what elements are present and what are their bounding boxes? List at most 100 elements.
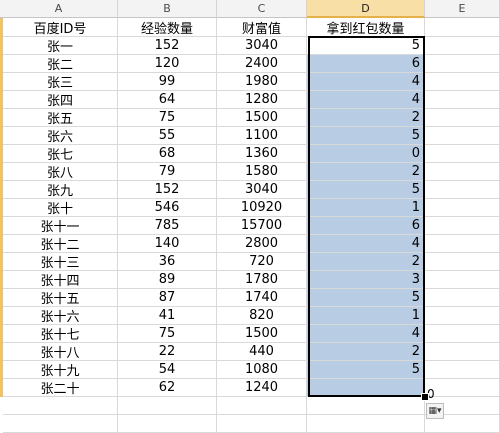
cell-wealth[interactable]: 10920 — [217, 199, 307, 217]
cell-experience[interactable]: 79 — [118, 163, 217, 181]
empty-cell[interactable] — [3, 415, 118, 433]
cell-wealth[interactable]: 3040 — [217, 37, 307, 55]
cell-red-packet-count[interactable]: 4 — [307, 91, 425, 109]
empty-cell[interactable] — [425, 289, 500, 307]
empty-cell[interactable] — [425, 18, 500, 37]
cell-experience[interactable]: 140 — [118, 235, 217, 253]
column-header-a[interactable]: A — [0, 0, 118, 18]
empty-cell[interactable] — [3, 397, 118, 415]
cell-wealth[interactable]: 820 — [217, 307, 307, 325]
empty-cell[interactable] — [425, 271, 500, 289]
cell-wealth[interactable]: 440 — [217, 343, 307, 361]
cell-wealth[interactable]: 3040 — [217, 181, 307, 199]
cell-red-packet-count[interactable] — [307, 379, 425, 397]
cell-wealth[interactable]: 1980 — [217, 73, 307, 91]
cell-wealth[interactable]: 1500 — [217, 109, 307, 127]
empty-cell[interactable] — [307, 397, 425, 415]
fill-handle[interactable] — [421, 393, 429, 401]
cell-baidu-id[interactable]: 张十八 — [3, 343, 118, 361]
cell-red-packet-count[interactable]: 3 — [307, 271, 425, 289]
header-cell-experience[interactable]: 经验数量 — [118, 18, 217, 37]
column-header-e[interactable]: E — [425, 0, 500, 18]
cell-baidu-id[interactable]: 张二十 — [3, 379, 118, 397]
cell-wealth[interactable]: 1240 — [217, 379, 307, 397]
header-cell-red-packet-count[interactable]: 拿到红包数量 — [307, 18, 425, 37]
empty-cell[interactable] — [425, 127, 500, 145]
header-cell-baidu-id[interactable]: 百度ID号 — [3, 18, 118, 37]
cell-wealth[interactable]: 1280 — [217, 91, 307, 109]
autofill-options-icon[interactable]: ▦▾ — [426, 403, 444, 419]
cell-red-packet-count[interactable]: 0 — [307, 145, 425, 163]
cell-red-packet-count[interactable]: 4 — [307, 325, 425, 343]
cell-wealth[interactable]: 15700 — [217, 217, 307, 235]
cell-experience[interactable]: 62 — [118, 379, 217, 397]
cell-wealth[interactable]: 1580 — [217, 163, 307, 181]
empty-cell[interactable] — [425, 163, 500, 181]
cell-experience[interactable]: 64 — [118, 91, 217, 109]
cell-experience[interactable]: 89 — [118, 271, 217, 289]
cell-wealth[interactable]: 1740 — [217, 289, 307, 307]
column-header-b[interactable]: B — [118, 0, 217, 18]
cell-baidu-id[interactable]: 张四 — [3, 91, 118, 109]
cell-red-packet-count[interactable]: 5 — [307, 289, 425, 307]
cell-red-packet-count[interactable]: 2 — [307, 253, 425, 271]
cell-red-packet-count[interactable]: 5 — [307, 361, 425, 379]
empty-cell[interactable] — [425, 379, 500, 397]
cell-experience[interactable]: 152 — [118, 181, 217, 199]
cell-red-packet-count[interactable]: 5 — [307, 37, 425, 55]
cell-experience[interactable]: 785 — [118, 217, 217, 235]
cell-red-packet-count[interactable]: 2 — [307, 343, 425, 361]
cell-red-packet-count[interactable]: 4 — [307, 73, 425, 91]
empty-cell[interactable] — [217, 397, 307, 415]
empty-cell[interactable] — [425, 55, 500, 73]
cell-baidu-id[interactable]: 张十五 — [3, 289, 118, 307]
cell-baidu-id[interactable]: 张十四 — [3, 271, 118, 289]
cell-wealth[interactable]: 2800 — [217, 235, 307, 253]
empty-cell[interactable] — [425, 73, 500, 91]
cell-red-packet-count[interactable]: 6 — [307, 217, 425, 235]
cell-experience[interactable]: 75 — [118, 325, 217, 343]
cell-red-packet-count[interactable]: 2 — [307, 163, 425, 181]
cell-baidu-id[interactable]: 张十六 — [3, 307, 118, 325]
cell-baidu-id[interactable]: 张三 — [3, 73, 118, 91]
cell-baidu-id[interactable]: 张二 — [3, 55, 118, 73]
cell-experience[interactable]: 99 — [118, 73, 217, 91]
cell-experience[interactable]: 120 — [118, 55, 217, 73]
cell-experience[interactable]: 41 — [118, 307, 217, 325]
cell-wealth[interactable]: 2400 — [217, 55, 307, 73]
empty-cell[interactable] — [425, 325, 500, 343]
cell-experience[interactable]: 87 — [118, 289, 217, 307]
column-header-c[interactable]: C — [217, 0, 307, 18]
cell-experience[interactable]: 36 — [118, 253, 217, 271]
empty-cell[interactable] — [307, 415, 425, 433]
cell-baidu-id[interactable]: 张十二 — [3, 235, 118, 253]
cell-experience[interactable]: 54 — [118, 361, 217, 379]
cell-experience[interactable]: 22 — [118, 343, 217, 361]
empty-cell[interactable] — [425, 91, 500, 109]
cell-experience[interactable]: 152 — [118, 37, 217, 55]
cell-baidu-id[interactable]: 张十三 — [3, 253, 118, 271]
cell-red-packet-count[interactable]: 1 — [307, 199, 425, 217]
cell-wealth[interactable]: 1080 — [217, 361, 307, 379]
cell-baidu-id[interactable]: 张五 — [3, 109, 118, 127]
cell-red-packet-count[interactable]: 6 — [307, 55, 425, 73]
cell-baidu-id[interactable]: 张十一 — [3, 217, 118, 235]
column-header-d[interactable]: D — [307, 0, 425, 18]
cell-baidu-id[interactable]: 张六 — [3, 127, 118, 145]
cell-red-packet-count[interactable]: 5 — [307, 127, 425, 145]
cell-red-packet-count[interactable]: 2 — [307, 109, 425, 127]
cell-baidu-id[interactable]: 张十 — [3, 199, 118, 217]
cell-wealth[interactable]: 1780 — [217, 271, 307, 289]
cell-red-packet-count[interactable]: 1 — [307, 307, 425, 325]
cell-red-packet-count[interactable]: 4 — [307, 235, 425, 253]
empty-cell[interactable] — [425, 253, 500, 271]
empty-cell[interactable] — [425, 361, 500, 379]
empty-cell[interactable] — [425, 235, 500, 253]
empty-cell[interactable] — [425, 343, 500, 361]
cell-experience[interactable]: 68 — [118, 145, 217, 163]
cell-wealth[interactable]: 720 — [217, 253, 307, 271]
header-cell-wealth[interactable]: 财富值 — [217, 18, 307, 37]
cell-wealth[interactable]: 1360 — [217, 145, 307, 163]
cell-baidu-id[interactable]: 张十七 — [3, 325, 118, 343]
empty-cell[interactable] — [118, 415, 217, 433]
